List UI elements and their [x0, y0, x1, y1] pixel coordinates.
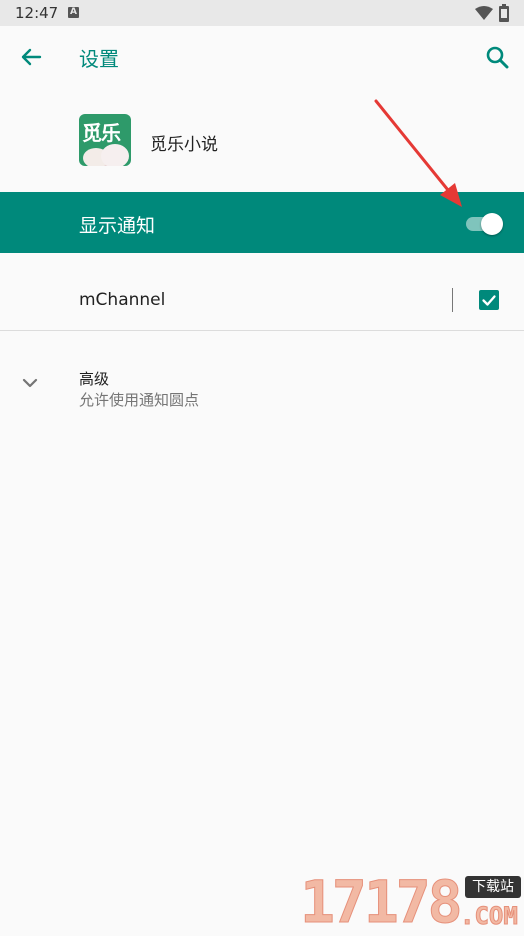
toolbar: 设置 — [0, 26, 524, 88]
search-icon[interactable] — [484, 44, 512, 72]
battery-icon — [499, 4, 509, 22]
notification-a-icon: A — [68, 7, 79, 18]
app-name: 觅乐小说 — [150, 135, 218, 155]
annotation-arrow-icon — [374, 99, 462, 207]
app-icon-text: 觅乐 — [82, 121, 121, 145]
toggle-thumb — [481, 213, 503, 235]
watermark-logo: 17178 下载站 .COM — [300, 868, 524, 936]
app-icon-cloud — [101, 144, 129, 166]
status-bar: 12:47 A — [0, 0, 524, 26]
chevron-down-icon — [22, 378, 38, 388]
channel-checkbox[interactable] — [479, 290, 499, 310]
wifi-icon — [475, 6, 493, 20]
vertical-divider — [452, 288, 453, 312]
watermark-badge: 下载站 — [465, 876, 521, 898]
status-time: 12:47 — [15, 4, 59, 22]
page-title: 设置 — [79, 47, 119, 71]
channel-row[interactable]: mChannel — [0, 253, 524, 330]
checkmark-icon — [482, 295, 496, 306]
advanced-row[interactable]: 高级 允许使用通知圆点 — [0, 331, 524, 421]
channel-label: mChannel — [79, 290, 166, 310]
advanced-title: 高级 — [79, 370, 110, 388]
watermark-suffix: .COM — [460, 902, 519, 931]
app-icon: 觅乐 — [79, 114, 131, 166]
watermark-digits: 17178 — [300, 868, 464, 936]
show-notifications-label: 显示通知 — [79, 215, 156, 237]
back-arrow-icon[interactable] — [16, 42, 46, 72]
show-notifications-toggle[interactable] — [466, 212, 504, 235]
advanced-subtitle: 允许使用通知圆点 — [79, 391, 200, 409]
